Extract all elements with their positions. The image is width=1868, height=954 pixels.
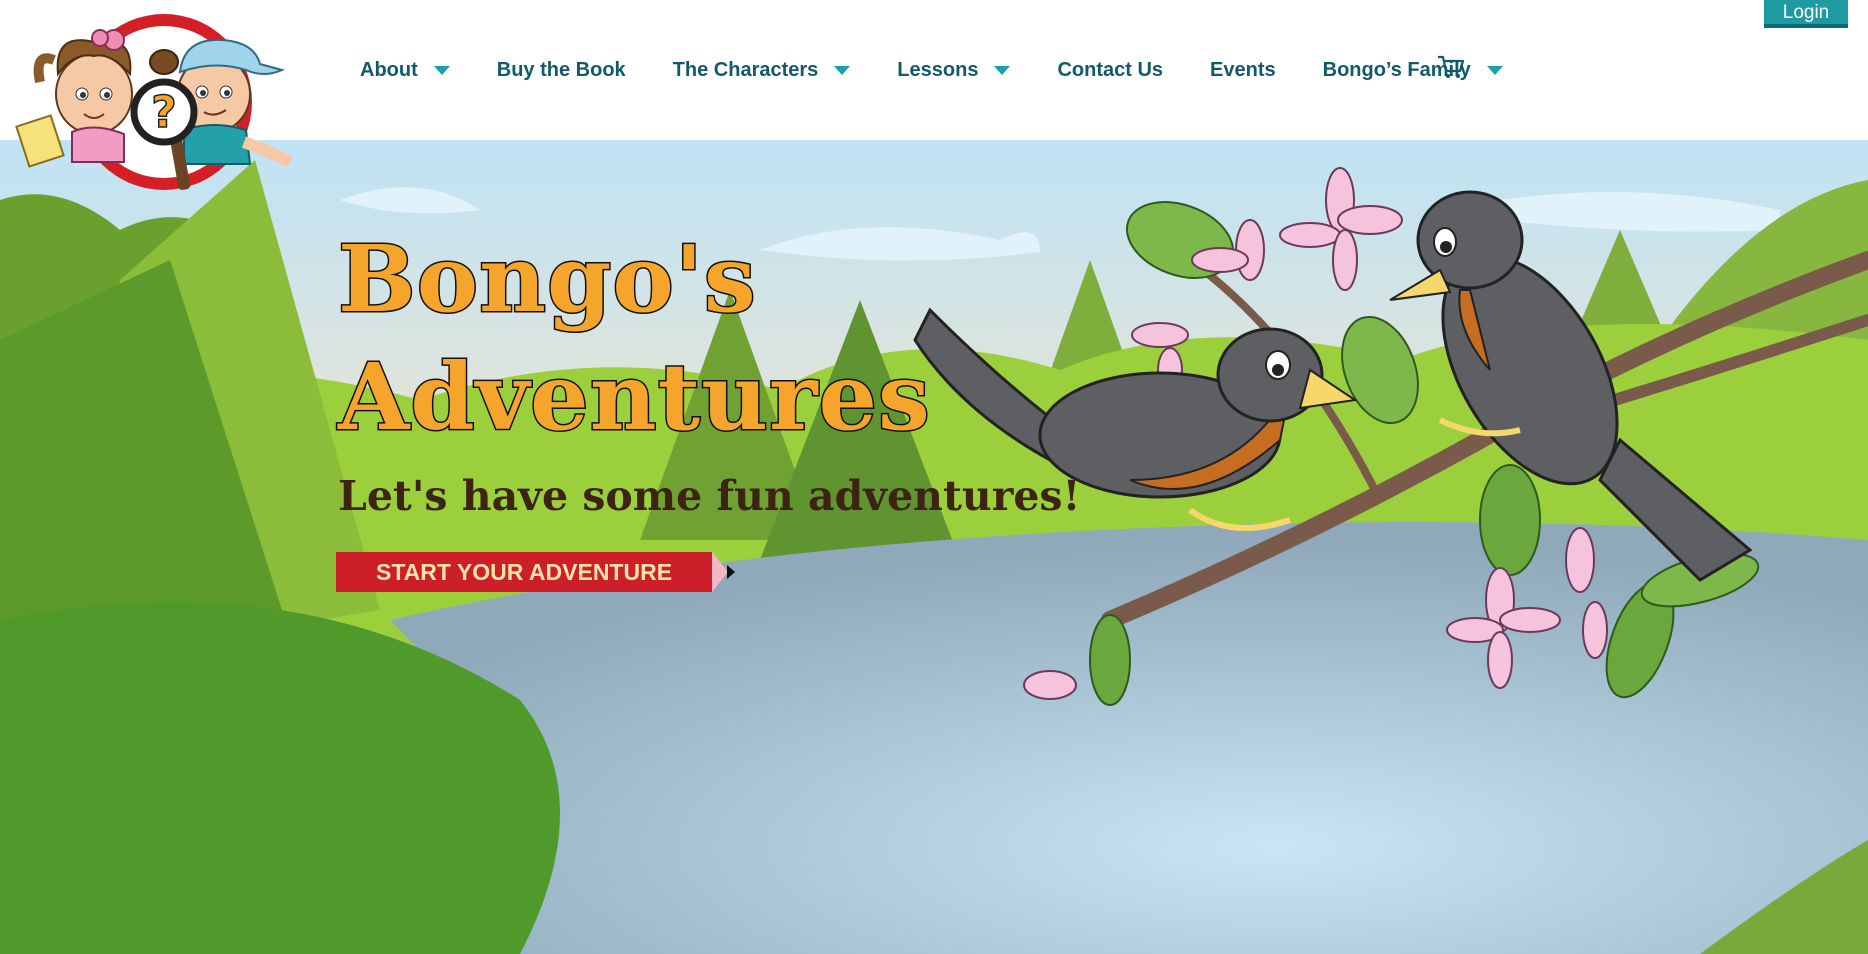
bongo-logo[interactable]: ? [14,12,300,192]
nav-label: Buy the Book [496,58,626,81]
shopping-cart-icon[interactable] [1436,54,1466,80]
cart-glyph [1438,55,1465,78]
nav-item-the-characters[interactable]: The Characters [673,59,851,82]
chevron-down-icon[interactable] [1486,65,1503,75]
nav-item-lessons[interactable]: Lessons [897,58,1011,82]
nav-item-contact-us[interactable]: Contact Us [1057,59,1163,82]
nav-label: Events [1210,58,1276,81]
nav-item-about[interactable]: About [360,59,450,82]
nav-item-bongos-family[interactable]: Bongo’s Family [1323,59,1503,82]
arrow-right-icon [712,552,736,592]
nav-item-events[interactable]: Events [1210,59,1276,82]
start-adventure-button[interactable]: START YOUR ADVENTURE [336,552,736,592]
nav-label: Contact Us [1057,58,1164,81]
chevron-down-icon[interactable] [834,65,851,75]
svg-text:?: ? [151,87,177,138]
chevron-down-icon[interactable] [994,65,1011,75]
login-button[interactable]: Login [1764,0,1848,28]
chevron-down-icon[interactable] [433,65,450,75]
nav-item-buy-the-book[interactable]: Buy the Book [497,59,626,82]
hero-title-line1: Bongo's [337,224,758,335]
site-header: ? About Buy the Book The Characters Less… [0,0,1868,190]
main-navigation: About Buy the Book The Characters Lesson… [360,54,1550,86]
nav-label: Lessons [897,58,979,81]
hero-title-line2: Adventures [337,342,932,453]
hero-title: Bongo's Adventures [337,220,932,456]
logo-illustration: ? [15,14,293,190]
hero-tagline: Let's have some fun adventures! [338,472,1081,520]
hero-illustration [0,140,1868,954]
nav-label: About [360,58,418,81]
nav-label: The Characters [672,58,819,81]
cta-label: START YOUR ADVENTURE [336,552,713,592]
hero-banner: Bongo's Adventures Let's have some fun a… [0,140,1868,954]
